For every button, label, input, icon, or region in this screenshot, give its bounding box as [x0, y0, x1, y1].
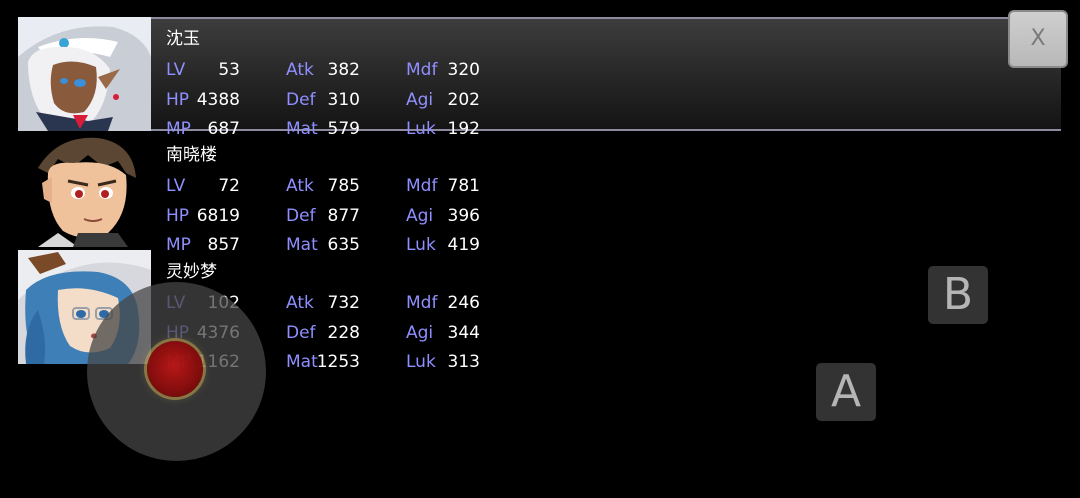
stat-def-label: Def — [286, 206, 316, 226]
stat-atk: Atk 382 — [286, 58, 360, 82]
party-member-2[interactable]: 南晓楼 LV 72 HP 6819 MP 857 Atk 785 Def 877… — [18, 133, 618, 255]
stat-mdf: Mdf 246 — [406, 291, 480, 315]
stat-agi-value: 396 — [447, 206, 480, 226]
stat-mdf: Mdf 781 — [406, 174, 480, 198]
a-button[interactable]: A — [816, 363, 876, 421]
stat-mdf-value: 246 — [447, 293, 480, 313]
stat-atk-value: 382 — [327, 60, 360, 80]
stat-atk-label: Atk — [286, 60, 314, 80]
stat-lv-label: LV — [166, 60, 186, 80]
b-button[interactable]: B — [928, 266, 988, 324]
stat-hp-value: 4388 — [196, 90, 240, 110]
party-status-screen: 沈玉 LV 53 HP 4388 MP 687 Atk 382 Def 310 … — [0, 0, 1080, 498]
stat-hp: HP 6819 — [166, 204, 240, 228]
stat-luk: Luk 313 — [406, 350, 480, 374]
stat-luk-label: Luk — [406, 352, 436, 372]
stat-def: Def 228 — [286, 321, 360, 345]
stat-agi-label: Agi — [406, 90, 434, 110]
stat-agi: Agi 396 — [406, 204, 480, 228]
stat-mat-value: 1253 — [316, 352, 360, 372]
stat-hp: HP 4388 — [166, 88, 240, 112]
stat-lv-value: 72 — [218, 176, 240, 196]
stat-def-label: Def — [286, 90, 316, 110]
stat-hp-label: HP — [166, 206, 190, 226]
portrait-member-2 — [18, 133, 151, 247]
stat-mdf-label: Mdf — [406, 176, 438, 196]
stat-hp-value: 6819 — [196, 206, 240, 226]
stat-mdf: Mdf 320 — [406, 58, 480, 82]
stat-def-value: 310 — [327, 90, 360, 110]
member-name: 南晓楼 — [166, 145, 217, 165]
stat-hp-label: HP — [166, 90, 190, 110]
stat-atk-label: Atk — [286, 293, 314, 313]
stat-agi: Agi 202 — [406, 88, 480, 112]
stat-atk-value: 785 — [327, 176, 360, 196]
stat-mat-label: Mat — [286, 352, 318, 372]
stat-mat: Mat 1253 — [286, 350, 360, 374]
stat-luk-value: 313 — [447, 352, 480, 372]
stat-atk-value: 732 — [327, 293, 360, 313]
portrait-member-1 — [18, 17, 151, 131]
close-button[interactable]: X — [1008, 10, 1068, 68]
stat-mdf-value: 320 — [447, 60, 480, 80]
member-name: 沈玉 — [166, 29, 200, 49]
stat-atk-label: Atk — [286, 176, 314, 196]
stat-def: Def 310 — [286, 88, 360, 112]
stat-agi-label: Agi — [406, 323, 434, 343]
party-member-1[interactable]: 沈玉 LV 53 HP 4388 MP 687 Atk 382 Def 310 … — [18, 17, 618, 139]
stat-mdf-label: Mdf — [406, 60, 438, 80]
stat-lv-value: 53 — [218, 60, 240, 80]
stat-agi: Agi 344 — [406, 321, 480, 345]
stat-agi-value: 344 — [447, 323, 480, 343]
stat-agi-value: 202 — [447, 90, 480, 110]
stat-mdf-label: Mdf — [406, 293, 438, 313]
stat-def: Def 877 — [286, 204, 360, 228]
stat-def-label: Def — [286, 323, 316, 343]
stat-def-value: 877 — [327, 206, 360, 226]
stat-atk: Atk 732 — [286, 291, 360, 315]
stat-lv-label: LV — [166, 176, 186, 196]
member-name: 灵妙梦 — [166, 262, 217, 282]
joystick-knob[interactable] — [147, 341, 203, 397]
stat-lv: LV 53 — [166, 58, 240, 82]
stat-mdf-value: 781 — [447, 176, 480, 196]
stat-def-value: 228 — [327, 323, 360, 343]
stat-agi-label: Agi — [406, 206, 434, 226]
stat-lv: LV 72 — [166, 174, 240, 198]
stat-atk: Atk 785 — [286, 174, 360, 198]
